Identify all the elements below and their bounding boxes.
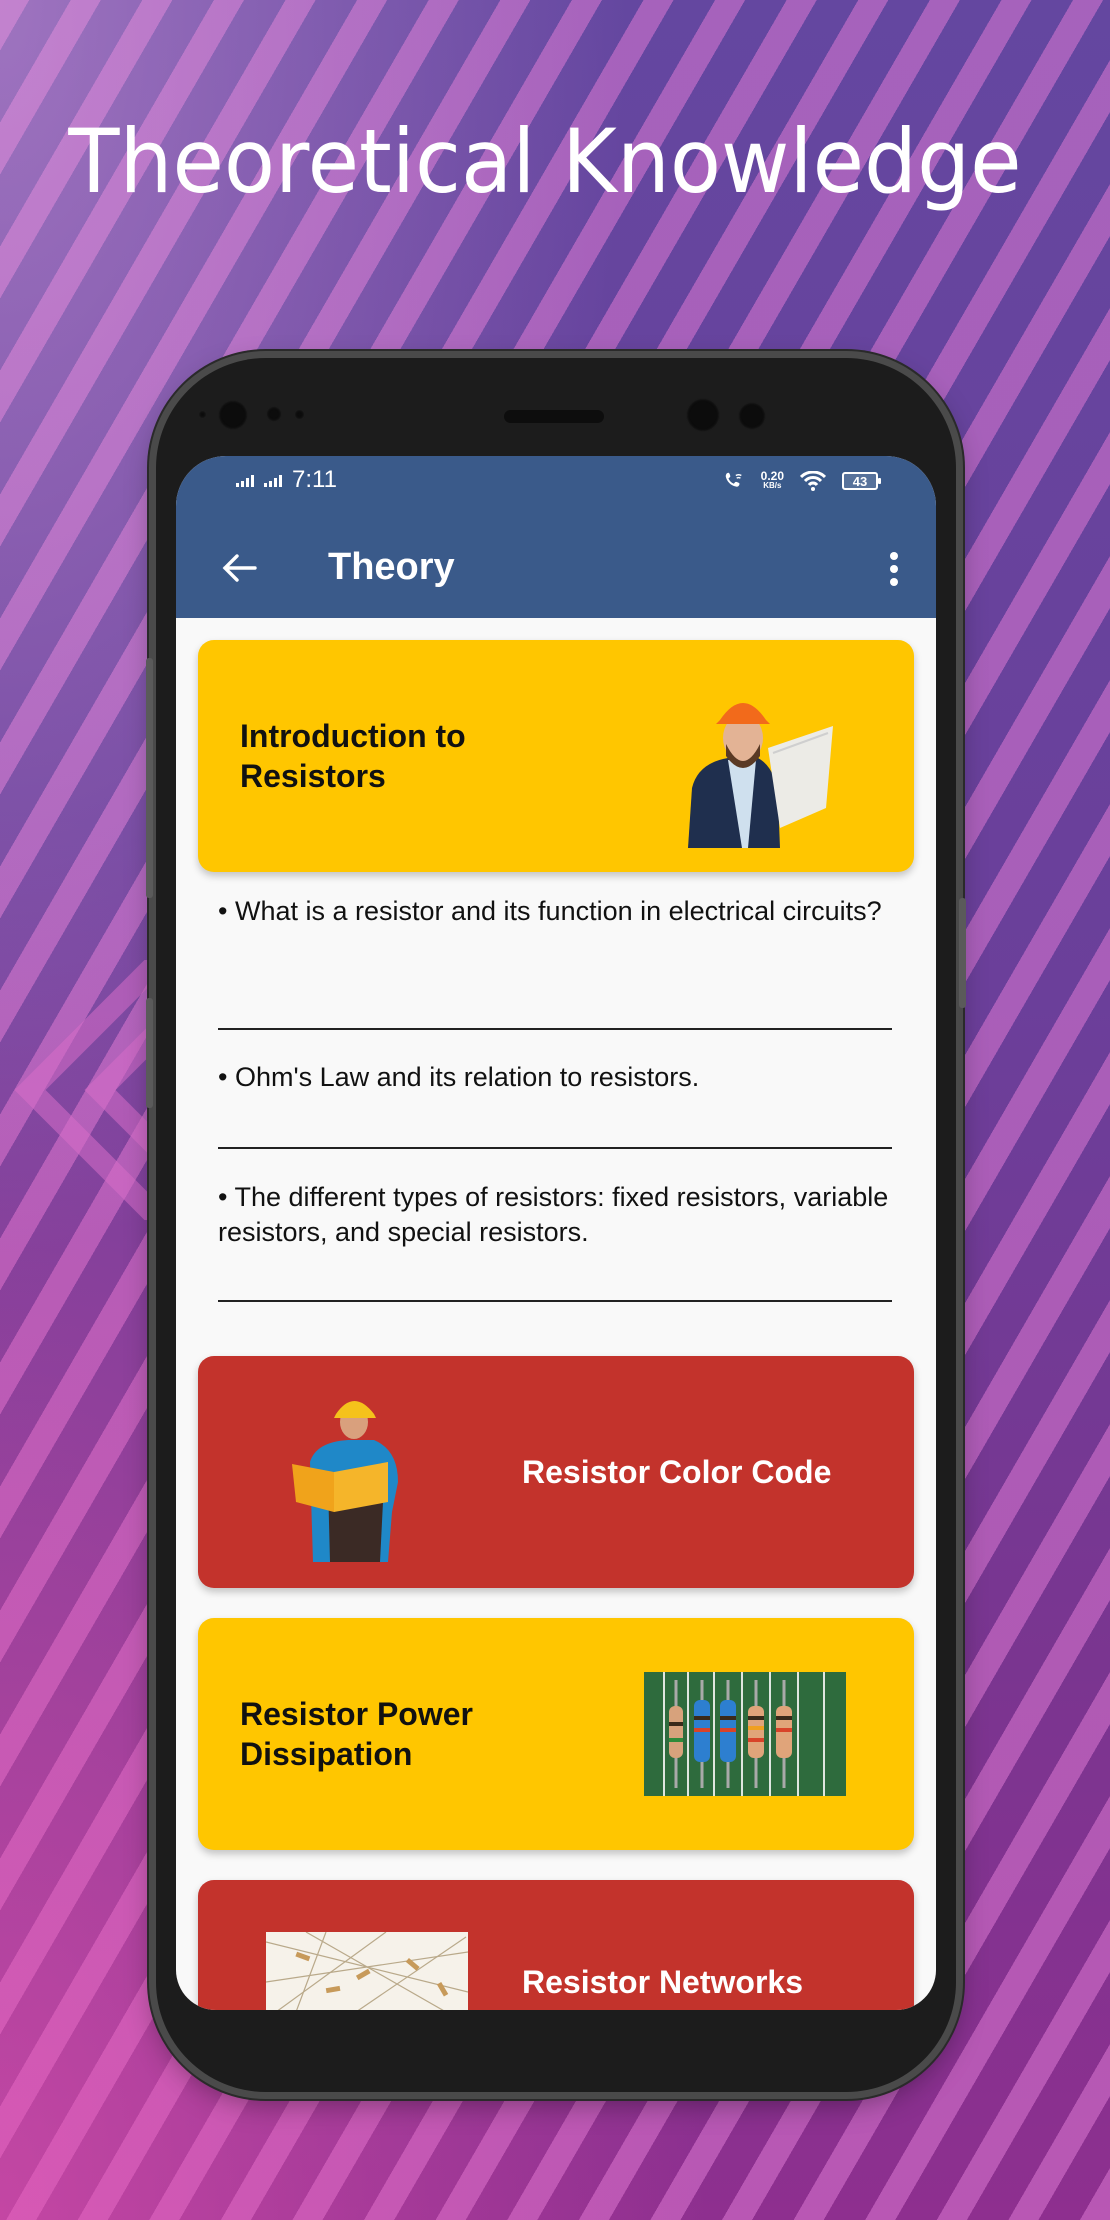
phone-side-button <box>959 898 966 1008</box>
phone-frame: 7:11 0.20 KB/s 43 Theory Introduction to… <box>146 358 966 2092</box>
section-card-networks[interactable]: Resistor Networks <box>198 1880 914 2010</box>
phone-side-button <box>146 658 153 898</box>
wifi-calling-icon <box>725 472 742 487</box>
page-title: Theory <box>328 546 455 588</box>
promo-headline: Theoretical Knowledge <box>68 110 1022 213</box>
app-bar: 7:11 0.20 KB/s 43 Theory <box>176 456 936 618</box>
section-card-color-code[interactable]: Resistor Color Code <box>198 1356 914 1588</box>
arrow-left-icon <box>222 554 257 582</box>
battery-icon: 43 <box>842 472 881 490</box>
topic-item[interactable]: • What is a resistor and its function in… <box>218 894 892 929</box>
topic-item[interactable]: • The different types of resistors: fixe… <box>218 1180 892 1250</box>
proximity-sensor <box>198 410 207 419</box>
engineer-with-blueprints-image <box>688 703 833 848</box>
section-title: Resistor Color Code <box>522 1454 832 1490</box>
earpiece-speaker <box>504 410 604 423</box>
resistors-on-circuit-board-image <box>644 1672 846 1796</box>
resistor-pile-image <box>266 1932 468 2010</box>
section-list: Introduction to Resistors • What is a re… <box>176 618 936 2010</box>
toolbar: Theory <box>176 536 936 602</box>
back-button[interactable] <box>216 548 262 588</box>
more-options-button[interactable] <box>882 546 906 592</box>
status-bar: 7:11 0.20 KB/s 43 <box>176 466 936 506</box>
more-vertical-icon <box>890 552 898 560</box>
front-camera <box>218 400 248 430</box>
section-card-power-dissipation[interactable]: Resistor Power Dissipation <box>198 1618 914 1850</box>
topic-divider <box>218 1300 892 1302</box>
wifi-icon <box>800 471 826 491</box>
network-speed: 0.20 KB/s <box>760 469 784 490</box>
phone-side-button <box>146 998 153 1108</box>
topic-divider <box>218 1028 892 1030</box>
chevron-pattern <box>14 960 160 1220</box>
worker-reading-folder-image <box>292 1401 398 1562</box>
sensor-dot <box>294 409 305 420</box>
topic-divider <box>218 1147 892 1149</box>
section-title: Resistor Networks <box>522 1964 803 2000</box>
app-screen: 7:11 0.20 KB/s 43 Theory Introduction to… <box>176 456 936 2010</box>
section-title: Resistor Power Dissipation <box>240 1696 473 1772</box>
section-card-introduction[interactable]: Introduction to Resistors <box>198 640 914 872</box>
signal-icon <box>236 473 254 487</box>
signal-icon <box>264 473 282 487</box>
topic-item[interactable]: • Ohm's Law and its relation to resistor… <box>218 1060 892 1095</box>
section-title: Introduction to Resistors <box>240 718 466 794</box>
front-camera-secondary <box>686 398 720 432</box>
front-flash <box>738 402 766 430</box>
status-time: 7:11 <box>292 466 337 493</box>
light-sensor <box>266 406 282 422</box>
